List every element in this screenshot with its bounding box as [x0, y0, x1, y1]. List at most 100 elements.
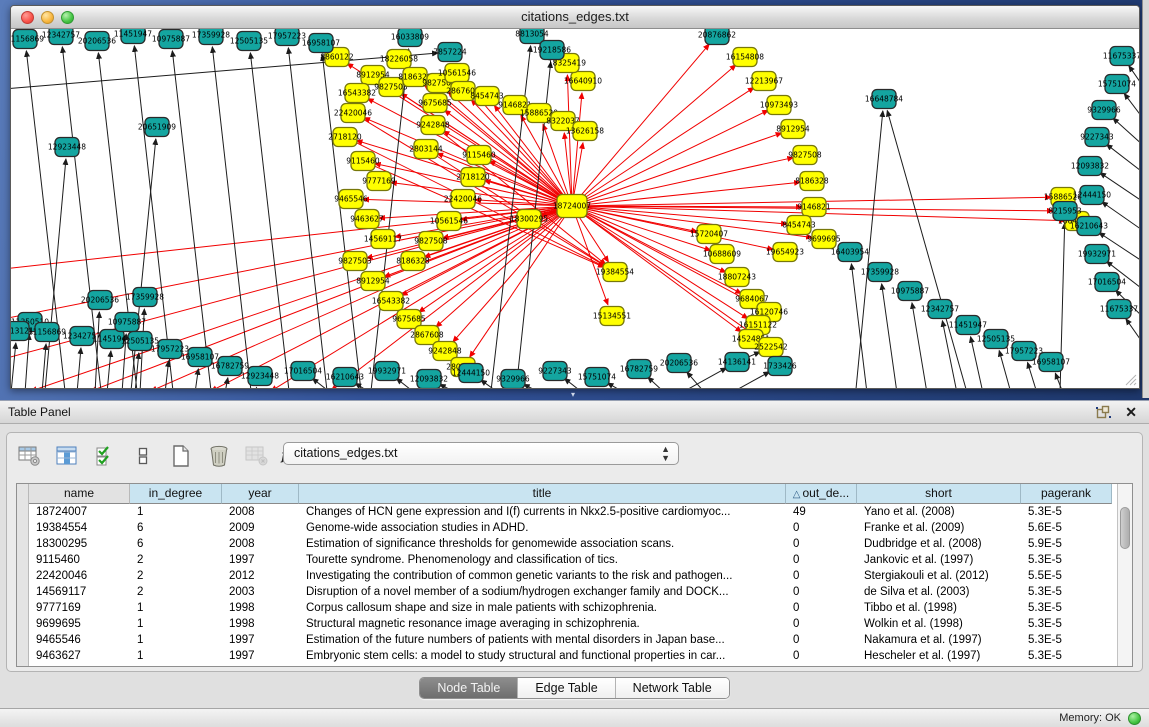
graph-edge[interactable] — [572, 88, 754, 206]
graph-node[interactable]: 9777169 — [362, 172, 396, 191]
graph-node[interactable]: 18807243 — [718, 268, 756, 287]
graph-node[interactable]: 17957223 — [268, 29, 306, 46]
graph-edge[interactable] — [288, 48, 327, 388]
graph-node[interactable]: 18226058 — [380, 50, 418, 69]
table-cell[interactable]: 9115460 — [29, 552, 130, 568]
table-cell[interactable]: 6 — [130, 520, 222, 536]
graph-node[interactable]: 12213967 — [745, 72, 783, 91]
graph-node[interactable]: 16782759 — [620, 360, 658, 379]
graph-node[interactable]: 19932971 — [1078, 245, 1116, 264]
table-cell[interactable]: 18724007 — [29, 504, 130, 520]
table-cell[interactable]: Nakamura et al. (1997) — [857, 632, 1021, 648]
table-cell[interactable]: 0 — [786, 616, 857, 632]
graph-node[interactable]: 9329966 — [1087, 101, 1121, 120]
table-cell[interactable]: 0 — [786, 648, 857, 664]
graph-node[interactable]: 17359928 — [126, 288, 164, 307]
graph-edge[interactable] — [731, 372, 769, 388]
graph-node[interactable]: 8186328 — [396, 252, 430, 271]
table-cell[interactable]: 2 — [130, 584, 222, 600]
new-column-icon[interactable] — [169, 444, 193, 468]
graph-edge[interactable] — [1126, 319, 1139, 346]
graph-node[interactable]: 19654923 — [766, 243, 804, 262]
table-cell[interactable]: 1 — [130, 600, 222, 616]
network-window[interactable]: citations_edges.txt 18724007886012218226… — [10, 5, 1140, 389]
graph-edge[interactable] — [887, 111, 966, 388]
graph-edge[interactable] — [172, 51, 211, 388]
table-row[interactable]: 969969511998Structural magnetic resonanc… — [29, 616, 1117, 632]
graph-node[interactable]: 8454743 — [782, 216, 816, 235]
graph-node[interactable]: 9465546 — [334, 190, 368, 209]
graph-node[interactable]: 8912954 — [356, 272, 390, 291]
graph-node[interactable]: 11156869 — [11, 30, 44, 49]
table-cell[interactable]: Tibbo et al. (1998) — [857, 600, 1021, 616]
graph-edge[interactable] — [882, 284, 897, 388]
graph-node[interactable]: 20206536 — [78, 32, 116, 51]
graph-node[interactable]: 11675337 — [1100, 300, 1138, 319]
graph-edge[interactable] — [355, 383, 371, 388]
table-row[interactable]: 977716911998Corpus callosum shape and si… — [29, 600, 1117, 616]
graph-node[interactable]: 9115460 — [462, 146, 496, 165]
graph-node[interactable]: 14136141 — [718, 353, 756, 372]
graph-edge[interactable] — [687, 372, 705, 388]
row-height-icon[interactable] — [131, 444, 155, 468]
graph-node[interactable]: 9115460 — [346, 152, 380, 171]
graph-node[interactable]: 12342757 — [42, 29, 80, 45]
graph-edge[interactable] — [851, 264, 867, 388]
table-cell[interactable]: 2 — [130, 568, 222, 584]
graph-edge[interactable] — [572, 158, 793, 206]
tab-node-table[interactable]: Node Table — [420, 678, 518, 698]
table-cell[interactable]: 1998 — [222, 616, 299, 632]
graph-node[interactable]: 16154808 — [726, 48, 764, 67]
table-cell[interactable]: Disruption of a novel member of a sodium… — [299, 584, 786, 600]
graph-node[interactable]: 8186328 — [795, 172, 829, 191]
graph-node[interactable]: 16640910 — [564, 72, 602, 91]
window-minimize-button[interactable] — [41, 11, 54, 24]
graph-edge[interactable] — [77, 348, 81, 388]
table-cell[interactable]: 0 — [786, 584, 857, 600]
graph-node[interactable]: 22420046 — [444, 190, 482, 209]
graph-node[interactable]: 9827508 — [414, 232, 448, 251]
table-mode-icon[interactable] — [17, 444, 41, 468]
table-cell[interactable]: 5.3E-5 — [1021, 600, 1112, 616]
graph-node[interactable]: 9227343 — [538, 362, 572, 381]
graph-node[interactable]: 11451947 — [949, 316, 987, 335]
graph-edge[interactable] — [524, 384, 541, 388]
graph-node[interactable]: 12505135 — [230, 32, 268, 51]
graph-node[interactable]: 10975887 — [108, 313, 146, 332]
graph-node[interactable]: 7857224 — [433, 43, 467, 62]
table-row[interactable]: 1830029562008Estimation of significance … — [29, 536, 1117, 552]
table-row[interactable]: 1456911722003Disruption of a novel membe… — [29, 584, 1117, 600]
delete-column-icon[interactable] — [207, 444, 231, 468]
table-cell[interactable]: 5.3E-5 — [1021, 616, 1112, 632]
graph-node[interactable]: 2718120 — [456, 168, 490, 187]
table-cell[interactable]: 2 — [130, 552, 222, 568]
table-cell[interactable]: de Silva et al. (2003) — [857, 584, 1021, 600]
graph-node[interactable]: 20876862 — [698, 29, 736, 45]
table-cell[interactable]: Wolkin et al. (1998) — [857, 616, 1021, 632]
table-row[interactable]: 946554611997Estimation of the future num… — [29, 632, 1117, 648]
graph-node[interactable]: 9675685 — [418, 94, 452, 113]
graph-node[interactable]: 16033809 — [391, 29, 429, 47]
table-cell[interactable]: 18300295 — [29, 536, 130, 552]
graph-node[interactable]: 17016504 — [1088, 273, 1126, 292]
table-cell[interactable]: 5.3E-5 — [1021, 632, 1112, 648]
table-cell[interactable]: 1997 — [222, 632, 299, 648]
graph-node[interactable]: 16403954 — [831, 243, 869, 262]
graph-node[interactable]: 11675337 — [1103, 47, 1139, 66]
window-resize-grip[interactable] — [1123, 372, 1137, 386]
table-row[interactable]: 2242004622012Investigating the contribut… — [29, 568, 1117, 584]
table-cell[interactable]: 1998 — [222, 600, 299, 616]
graph-edge[interactable] — [572, 110, 768, 206]
table-cell[interactable]: 5.9E-5 — [1021, 536, 1112, 552]
table-cell[interactable]: 2008 — [222, 504, 299, 520]
table-cell[interactable]: 22420046 — [29, 568, 130, 584]
graph-edge[interactable] — [95, 312, 99, 388]
graph-edge[interactable] — [999, 351, 1011, 388]
graph-node[interactable]: 8912954 — [776, 120, 810, 139]
graph-node[interactable]: 10975887 — [152, 30, 190, 49]
table-cell[interactable]: 2009 — [222, 520, 299, 536]
table-cell[interactable]: Franke et al. (2009) — [857, 520, 1021, 536]
graph-edge[interactable] — [1124, 94, 1139, 121]
column-header-out_de[interactable]: △out_de... — [786, 484, 857, 504]
table-cell[interactable]: 1 — [130, 632, 222, 648]
